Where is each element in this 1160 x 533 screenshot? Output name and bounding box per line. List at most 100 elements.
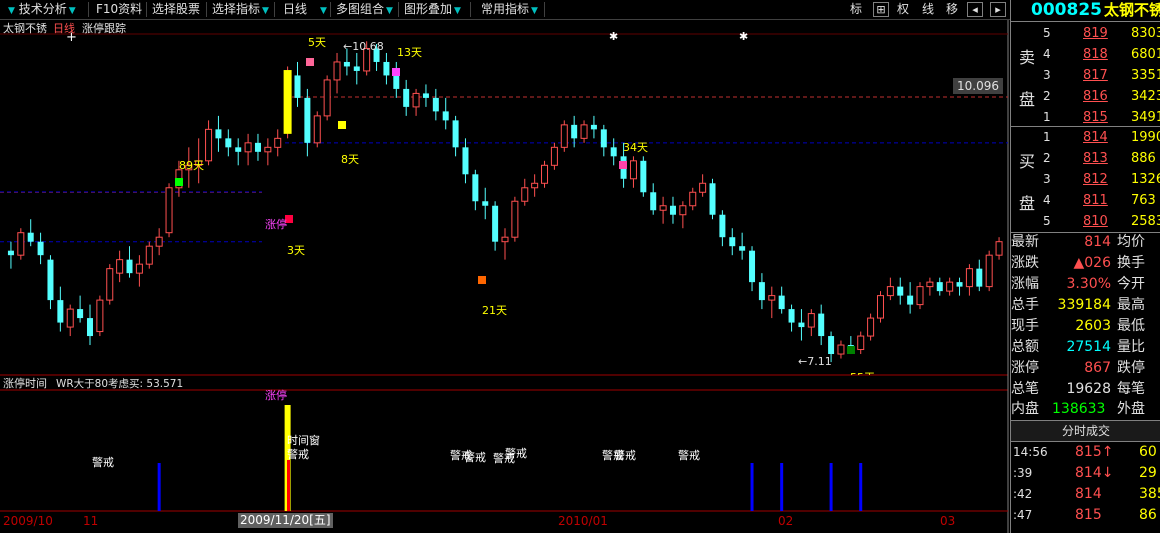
x-axis-label: 2010/01: [558, 514, 608, 528]
volume-value: 1326: [1131, 172, 1160, 187]
panel-divider: [1011, 21, 1160, 22]
volume-value: 8303: [1131, 26, 1160, 41]
candle-body: [916, 286, 924, 306]
x-axis-label: 02: [778, 514, 794, 528]
candle-body: [492, 205, 499, 242]
bid-row[interactable]: 2 813 886: [1011, 148, 1160, 169]
annotation-8d: 8天: [341, 153, 359, 166]
toolbar-divider: [470, 2, 471, 17]
candle-body: [907, 295, 914, 305]
signal-marker: [619, 161, 627, 169]
candle-body: [729, 237, 736, 247]
ask-row[interactable]: 5 819 8303: [1011, 23, 1160, 44]
warning-label: 警戒: [287, 448, 309, 461]
candle-body: [798, 322, 805, 328]
price-value: 815: [1083, 110, 1108, 125]
candle-body: [946, 281, 954, 292]
line-button[interactable]: 线: [918, 1, 938, 18]
candle-body: [96, 299, 104, 333]
candle-body: [719, 214, 726, 238]
menu-multi-chart[interactable]: 多图组合 ▼: [336, 1, 393, 18]
stat-value: 814: [1084, 234, 1111, 250]
ask-row[interactable]: 3 817 3351: [1011, 65, 1160, 86]
menu-select-indicator[interactable]: 选择指标 ▼: [212, 1, 269, 18]
bid-row[interactable]: 4 811 763: [1011, 190, 1160, 211]
annotation-21d: 21天: [482, 304, 507, 317]
outer-label: 外盘: [1117, 401, 1145, 417]
grid-button[interactable]: ⊞: [873, 2, 889, 17]
stat-key: 涨停: [1011, 360, 1039, 376]
prev-icon[interactable]: ◂: [967, 2, 983, 17]
bid-row[interactable]: 3 812 1326: [1011, 169, 1160, 190]
x-axis-label: 11: [83, 514, 99, 528]
warning-bar: [780, 463, 784, 511]
inner-outer-row: 内盘 138633 外盘: [1011, 399, 1160, 420]
tick-price: 815: [1075, 507, 1102, 523]
high-price-label: ←10.68: [343, 40, 384, 53]
stat-value: 27514: [1066, 339, 1111, 355]
menu-common-indicators-label: 常用指标: [481, 2, 530, 16]
candle-body: [758, 282, 765, 301]
candle-body: [659, 205, 667, 211]
stat-value: 2603: [1075, 318, 1111, 334]
toolbar-divider: [206, 2, 207, 17]
warning-bar: [829, 463, 833, 511]
stat-key: 最新: [1011, 234, 1039, 250]
kline-chart-area[interactable]: 太钢不锈 日线 涨停跟踪 + 5天 ←10.68 13天 ✱ ✱ 8天 34天 …: [0, 20, 1010, 533]
candle-body: [897, 286, 904, 296]
rights-button[interactable]: 权: [893, 1, 913, 18]
candle-body: [323, 79, 331, 117]
stat-key: 跌停: [1117, 360, 1145, 376]
annotation-5d: 5天: [308, 36, 326, 49]
move-button[interactable]: 移: [942, 1, 962, 18]
limit-up-candle: [283, 70, 292, 134]
ask-row[interactable]: 2 816 3423: [1011, 86, 1160, 107]
ask-row[interactable]: 1 815 3491: [1011, 107, 1160, 128]
candle-body: [225, 138, 232, 148]
candle-body: [165, 187, 173, 234]
menu-icon: ▼: [8, 6, 15, 16]
menu-overlay[interactable]: 图形叠加 ▼: [404, 1, 461, 18]
signal-marker: [478, 276, 486, 284]
stat-value: 3.30%: [1066, 276, 1111, 292]
menu-period[interactable]: 日线: [283, 1, 307, 18]
menu-period-label: 日线: [283, 2, 308, 16]
candle-body: [254, 142, 261, 152]
candle-body: [857, 335, 865, 351]
candle-body: [422, 93, 429, 98]
tick-volume: 29: [1139, 465, 1157, 481]
tick-price: 814↓: [1075, 465, 1114, 481]
candle-body: [294, 75, 301, 98]
ask-row[interactable]: 4 818 6801: [1011, 44, 1160, 65]
tick-row: :42 814 385: [1011, 484, 1160, 505]
next-icon[interactable]: ▸: [990, 2, 1006, 17]
candle-body: [531, 182, 539, 189]
tick-title[interactable]: 分时成交: [1011, 420, 1160, 442]
bid-row[interactable]: 1 814 1990: [1011, 127, 1160, 148]
price-value: 812: [1083, 172, 1108, 187]
menu-common-indicators[interactable]: 常用指标 ▼: [481, 1, 538, 18]
candle-body: [886, 286, 894, 297]
candle-body: [353, 66, 360, 71]
candle-body: [689, 191, 697, 207]
candle-body: [788, 309, 795, 323]
stat-row: 总笔 19628 每笔: [1011, 379, 1160, 400]
candle-body: [807, 313, 815, 328]
sub-indicator-formula: WR大于80考虑买: 53.571: [56, 378, 184, 390]
candle-body: [304, 97, 311, 143]
period-dropdown[interactable]: ▼: [318, 1, 327, 18]
candle-body: [580, 124, 588, 139]
x-axis-cursor-date: 2009/11/20[五]: [238, 513, 333, 528]
bid-row[interactable]: 5 810 2583: [1011, 211, 1160, 232]
mark-button[interactable]: 标: [846, 1, 866, 18]
stat-row: 总手 339184 最高: [1011, 295, 1160, 316]
candle-body: [333, 61, 341, 81]
signal-marker: [338, 121, 346, 129]
menu-select-stock[interactable]: 选择股票: [152, 1, 200, 18]
toolbar-divider: [544, 2, 545, 17]
menu-f10[interactable]: F10资料: [96, 1, 142, 18]
candle-body: [7, 250, 14, 256]
menu-tech-analysis[interactable]: ▼ 技术分析 ▼: [8, 1, 76, 18]
tick-price: 815↑: [1075, 444, 1114, 460]
stat-row: 涨幅 3.30% 今开: [1011, 274, 1160, 295]
